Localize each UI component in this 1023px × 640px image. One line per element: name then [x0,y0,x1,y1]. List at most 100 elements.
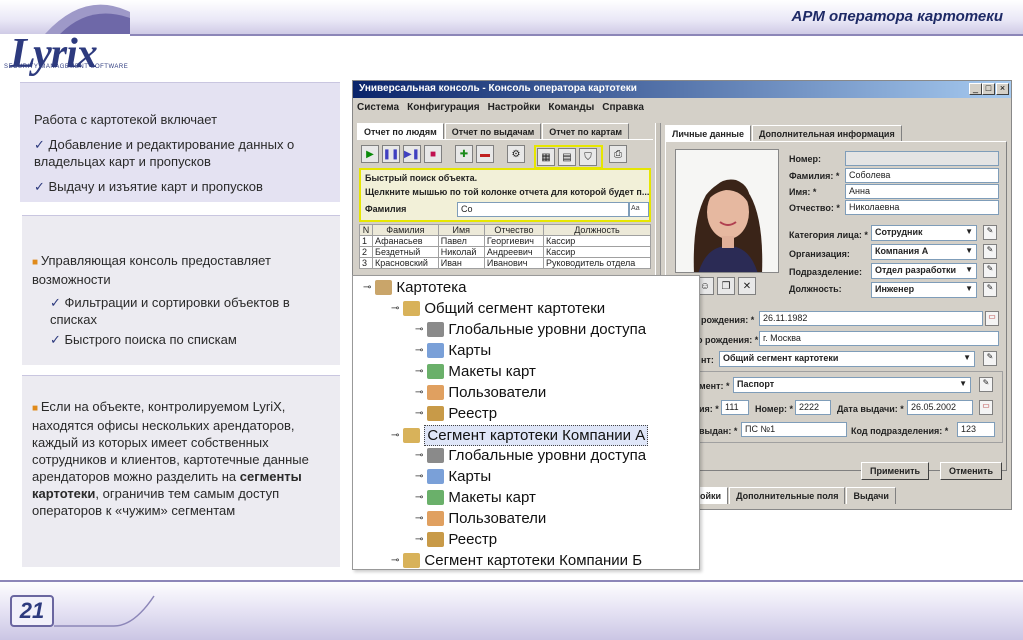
edit-position-icon[interactable]: ✎ [983,282,997,297]
table-row[interactable]: 1 Афанасьев Павел Георгиевич Кассир [358,235,652,247]
series-field[interactable]: 111 [721,400,749,415]
birthdate-label: рождения: * [701,315,755,325]
tree-node-card-layouts[interactable]: ⊸ Макеты карт [415,488,536,507]
issue-date-field[interactable]: 26.05.2002 [907,400,973,415]
edit-category-icon[interactable]: ✎ [983,225,997,240]
menu-commands[interactable]: Команды [548,99,594,113]
menu-system[interactable]: Система [357,99,399,113]
tree-node-access-levels[interactable]: ⊸ Глобальные уровни доступа [415,446,646,465]
tree-node-registry[interactable]: ⊸ Реестр [415,404,497,423]
collapse-toggle-icon[interactable]: ⊸ [391,426,399,445]
tab-extra-fields[interactable]: Дополнительные поля [729,487,846,504]
col-surname[interactable]: Фамилия [372,224,439,236]
tab-card-report[interactable]: Отчет по картам [542,123,630,140]
view-group: ▦ ▤ ⛉ [534,145,603,169]
menu-config[interactable]: Конфигурация [407,99,480,113]
grid-icon[interactable]: ▦ [537,148,555,166]
tree-node-segment-a[interactable]: ⊸ Сегмент картотеки Компании А [391,425,649,446]
step-icon[interactable]: ▶❚ [403,145,421,163]
tree-node-access-levels[interactable]: ⊸ Глобальные уровни доступа [415,320,646,339]
expand-toggle-icon[interactable]: ⊸ [415,362,423,381]
issue-calendar-icon[interactable]: ▭ [979,400,993,415]
birthplace-field[interactable]: г. Москва [759,331,999,346]
delete-photo-icon[interactable]: ✕ [738,277,756,295]
col-patronymic[interactable]: Отчество [483,224,544,236]
maximize-button[interactable]: □ [982,83,995,95]
tab-personal-data[interactable]: Личные данные [665,125,751,142]
col-name[interactable]: Имя [437,224,485,236]
doc-icon[interactable]: ▤ [558,148,576,166]
surname-field[interactable]: Соболева [845,168,999,183]
doctype-select[interactable]: Паспорт [733,377,971,393]
col-n[interactable]: N [358,224,374,236]
print-icon[interactable]: ⎙ [609,145,627,163]
org-select[interactable]: Компания А [871,244,977,260]
menu-help[interactable]: Справка [602,99,644,113]
patronymic-field[interactable]: Николаевна [845,200,999,215]
tree-node-cards[interactable]: ⊸ Карты [415,467,491,486]
tree-node-users[interactable]: ⊸ Пользователи [415,383,546,402]
tab-issue-report[interactable]: Отчет по выдачам [444,123,542,140]
issued-by-field[interactable]: ПС №1 [741,422,847,437]
tree-node-cards[interactable]: ⊸ Карты [415,341,491,360]
name-label: Имя: * [789,187,817,197]
copy-icon[interactable]: ❐ [717,277,735,295]
tree-node-root[interactable]: ⊸ Картотека [363,278,466,297]
expand-toggle-icon[interactable]: ⊸ [415,320,423,339]
card-layouts-icon [427,364,445,379]
minimize-button[interactable]: _ [969,83,982,95]
expand-toggle-icon[interactable]: ⊸ [415,530,423,549]
segment-select[interactable]: Общий сегмент картотеки [719,351,975,367]
docnum-field[interactable]: 2222 [795,400,831,415]
collapse-toggle-icon[interactable]: ⊸ [391,299,399,318]
add-icon[interactable]: ✚ [455,145,473,163]
name-field[interactable]: Анна [845,184,999,199]
keyboard-layout-button[interactable]: Аа [629,202,649,217]
pause-icon[interactable]: ❚❚ [382,145,400,163]
tab-additional-info[interactable]: Дополнительная информация [751,125,902,142]
tree-node-users[interactable]: ⊸ Пользователи [415,509,546,528]
edit-org-icon[interactable]: ✎ [983,244,997,259]
close-button[interactable]: × [996,83,1009,95]
tree-node-segment-b[interactable]: ⊸ Сегмент картотеки Компании Б [391,551,642,570]
quick-search-title: Быстрый поиск объекта. [365,173,478,183]
cancel-button[interactable]: Отменить [940,462,1002,480]
expand-toggle-icon[interactable]: ⊸ [415,509,423,528]
birthdate-field[interactable]: 26.11.1982 [759,311,983,326]
expand-toggle-icon[interactable]: ⊸ [415,446,423,465]
number-field[interactable] [845,151,999,166]
tree-node-card-layouts[interactable]: ⊸ Макеты карт [415,362,536,381]
calendar-icon[interactable]: ▭ [985,311,999,326]
remove-icon[interactable]: ▬ [476,145,494,163]
tree-node-registry[interactable]: ⊸ Реестр [415,530,497,549]
series-label: ия: * [699,404,719,414]
expand-toggle-icon[interactable]: ⊸ [415,488,423,507]
category-select[interactable]: Сотрудник [871,225,977,241]
table-row[interactable]: 2 Бездетный Николай Андреевич Кассир [358,246,652,258]
settings-icon[interactable]: ⚙ [507,145,525,163]
intro-item-2: ✓ Выдачу и изъятие карт и пропусков [34,179,263,194]
tree-node-common[interactable]: ⊸ Общий сегмент картотеки [391,299,605,318]
stop-icon[interactable]: ■ [424,145,442,163]
edit-dept-icon[interactable]: ✎ [983,263,997,278]
filter-icon[interactable]: ⛉ [579,148,597,166]
play-icon[interactable]: ▶ [361,145,379,163]
quick-search-input[interactable]: Со [457,202,629,217]
position-select[interactable]: Инженер [871,282,977,298]
apply-button[interactable]: Применить [861,462,930,480]
expand-toggle-icon[interactable]: ⊸ [415,467,423,486]
collapse-toggle-icon[interactable]: ⊸ [363,278,371,297]
expand-toggle-icon[interactable]: ⊸ [415,404,423,423]
dept-select[interactable]: Отдел разработки [871,263,977,279]
col-position[interactable]: Должность [542,224,652,236]
tab-issues[interactable]: Выдачи [846,487,896,504]
menu-settings[interactable]: Настройки [488,99,541,113]
edit-segment-icon[interactable]: ✎ [983,351,997,366]
expand-toggle-icon[interactable]: ⊸ [415,383,423,402]
edit-doctype-icon[interactable]: ✎ [979,377,993,392]
expand-toggle-icon[interactable]: ⊸ [391,551,399,570]
tab-people-report[interactable]: Отчет по людям [357,123,444,140]
expand-toggle-icon[interactable]: ⊸ [415,341,423,360]
dept-code-field[interactable]: 123 [957,422,995,437]
table-row[interactable]: 3 Красновский Иван Иванович Руководитель отд… [358,257,652,269]
